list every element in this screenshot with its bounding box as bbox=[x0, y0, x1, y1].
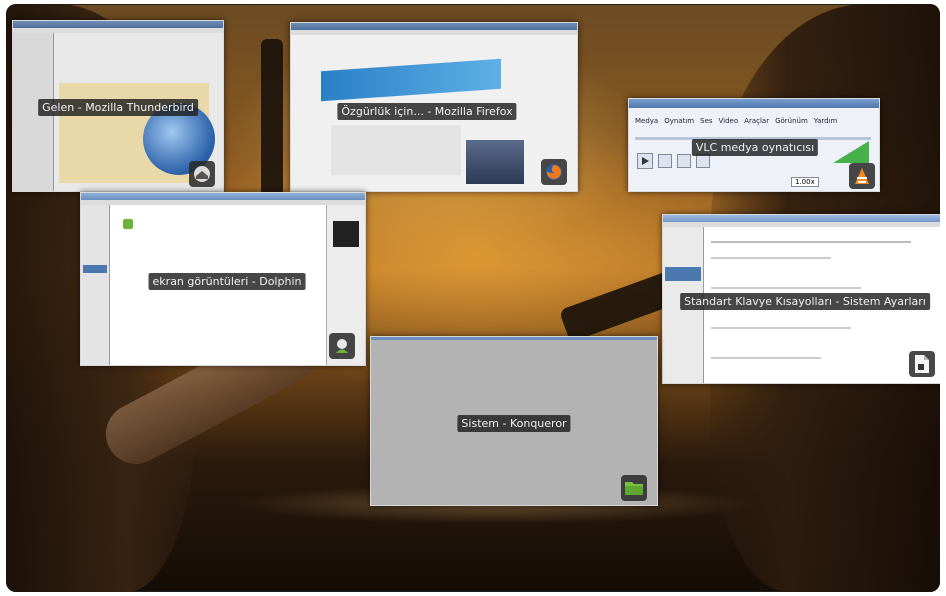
window-thumbnail-konqueror[interactable]: Sistem - Konqueror bbox=[370, 336, 658, 506]
stop-icon[interactable] bbox=[677, 154, 691, 168]
vlc-menu-help[interactable]: Yardım bbox=[814, 117, 838, 125]
window-caption: Özgürlük için... - Mozilla Firefox bbox=[337, 103, 517, 120]
window-caption: ekran görüntüleri - Dolphin bbox=[148, 273, 306, 290]
window-caption: Standart Klavye Kısayolları - Sistem Aya… bbox=[680, 293, 930, 310]
window-caption: Sistem - Konqueror bbox=[457, 415, 571, 432]
window-thumbnail-thunderbird[interactable]: Gelen - Mozilla Thunderbird bbox=[12, 20, 224, 192]
thunderbird-icon bbox=[189, 161, 215, 187]
window-thumbnail-system-settings[interactable]: Standart Klavye Kısayolları - Sistem Aya… bbox=[662, 214, 940, 384]
firefox-icon bbox=[541, 159, 567, 185]
system-settings-icon bbox=[909, 351, 935, 377]
vlc-menu-media[interactable]: Medya bbox=[635, 117, 658, 125]
vlc-menu-tools[interactable]: Araçlar bbox=[744, 117, 769, 125]
vlc-menu-audio[interactable]: Ses bbox=[700, 117, 712, 125]
window-caption: VLC medya oynatıcısı bbox=[691, 139, 819, 156]
dolphin-icon bbox=[329, 333, 355, 359]
vlc-playback-speed: 1.00x bbox=[791, 177, 819, 187]
window-thumbnail-dolphin[interactable]: ekran görüntüleri - Dolphin bbox=[80, 192, 366, 366]
window-caption: Gelen - Mozilla Thunderbird bbox=[38, 99, 198, 116]
desktop-present-windows: Gelen - Mozilla Thunderbird Özgürlük içi… bbox=[6, 4, 940, 592]
window-thumbnail-firefox[interactable]: Özgürlük için... - Mozilla Firefox bbox=[290, 22, 578, 192]
vlc-menu-playback[interactable]: Oynatım bbox=[664, 117, 694, 125]
previous-icon[interactable] bbox=[658, 154, 672, 168]
vlc-menu-bar: Medya Oynatım Ses Video Araçlar Görünüm … bbox=[635, 117, 837, 125]
play-icon[interactable] bbox=[637, 153, 653, 169]
wallpaper-pole bbox=[261, 39, 283, 199]
window-thumbnail-vlc[interactable]: Medya Oynatım Ses Video Araçlar Görünüm … bbox=[628, 98, 880, 192]
vlc-icon bbox=[849, 163, 875, 189]
vlc-menu-video[interactable]: Video bbox=[719, 117, 739, 125]
vlc-menu-view[interactable]: Görünüm bbox=[775, 117, 808, 125]
next-icon[interactable] bbox=[696, 154, 710, 168]
konqueror-folder-icon bbox=[621, 475, 647, 501]
vlc-volume-triangle[interactable] bbox=[833, 141, 869, 163]
